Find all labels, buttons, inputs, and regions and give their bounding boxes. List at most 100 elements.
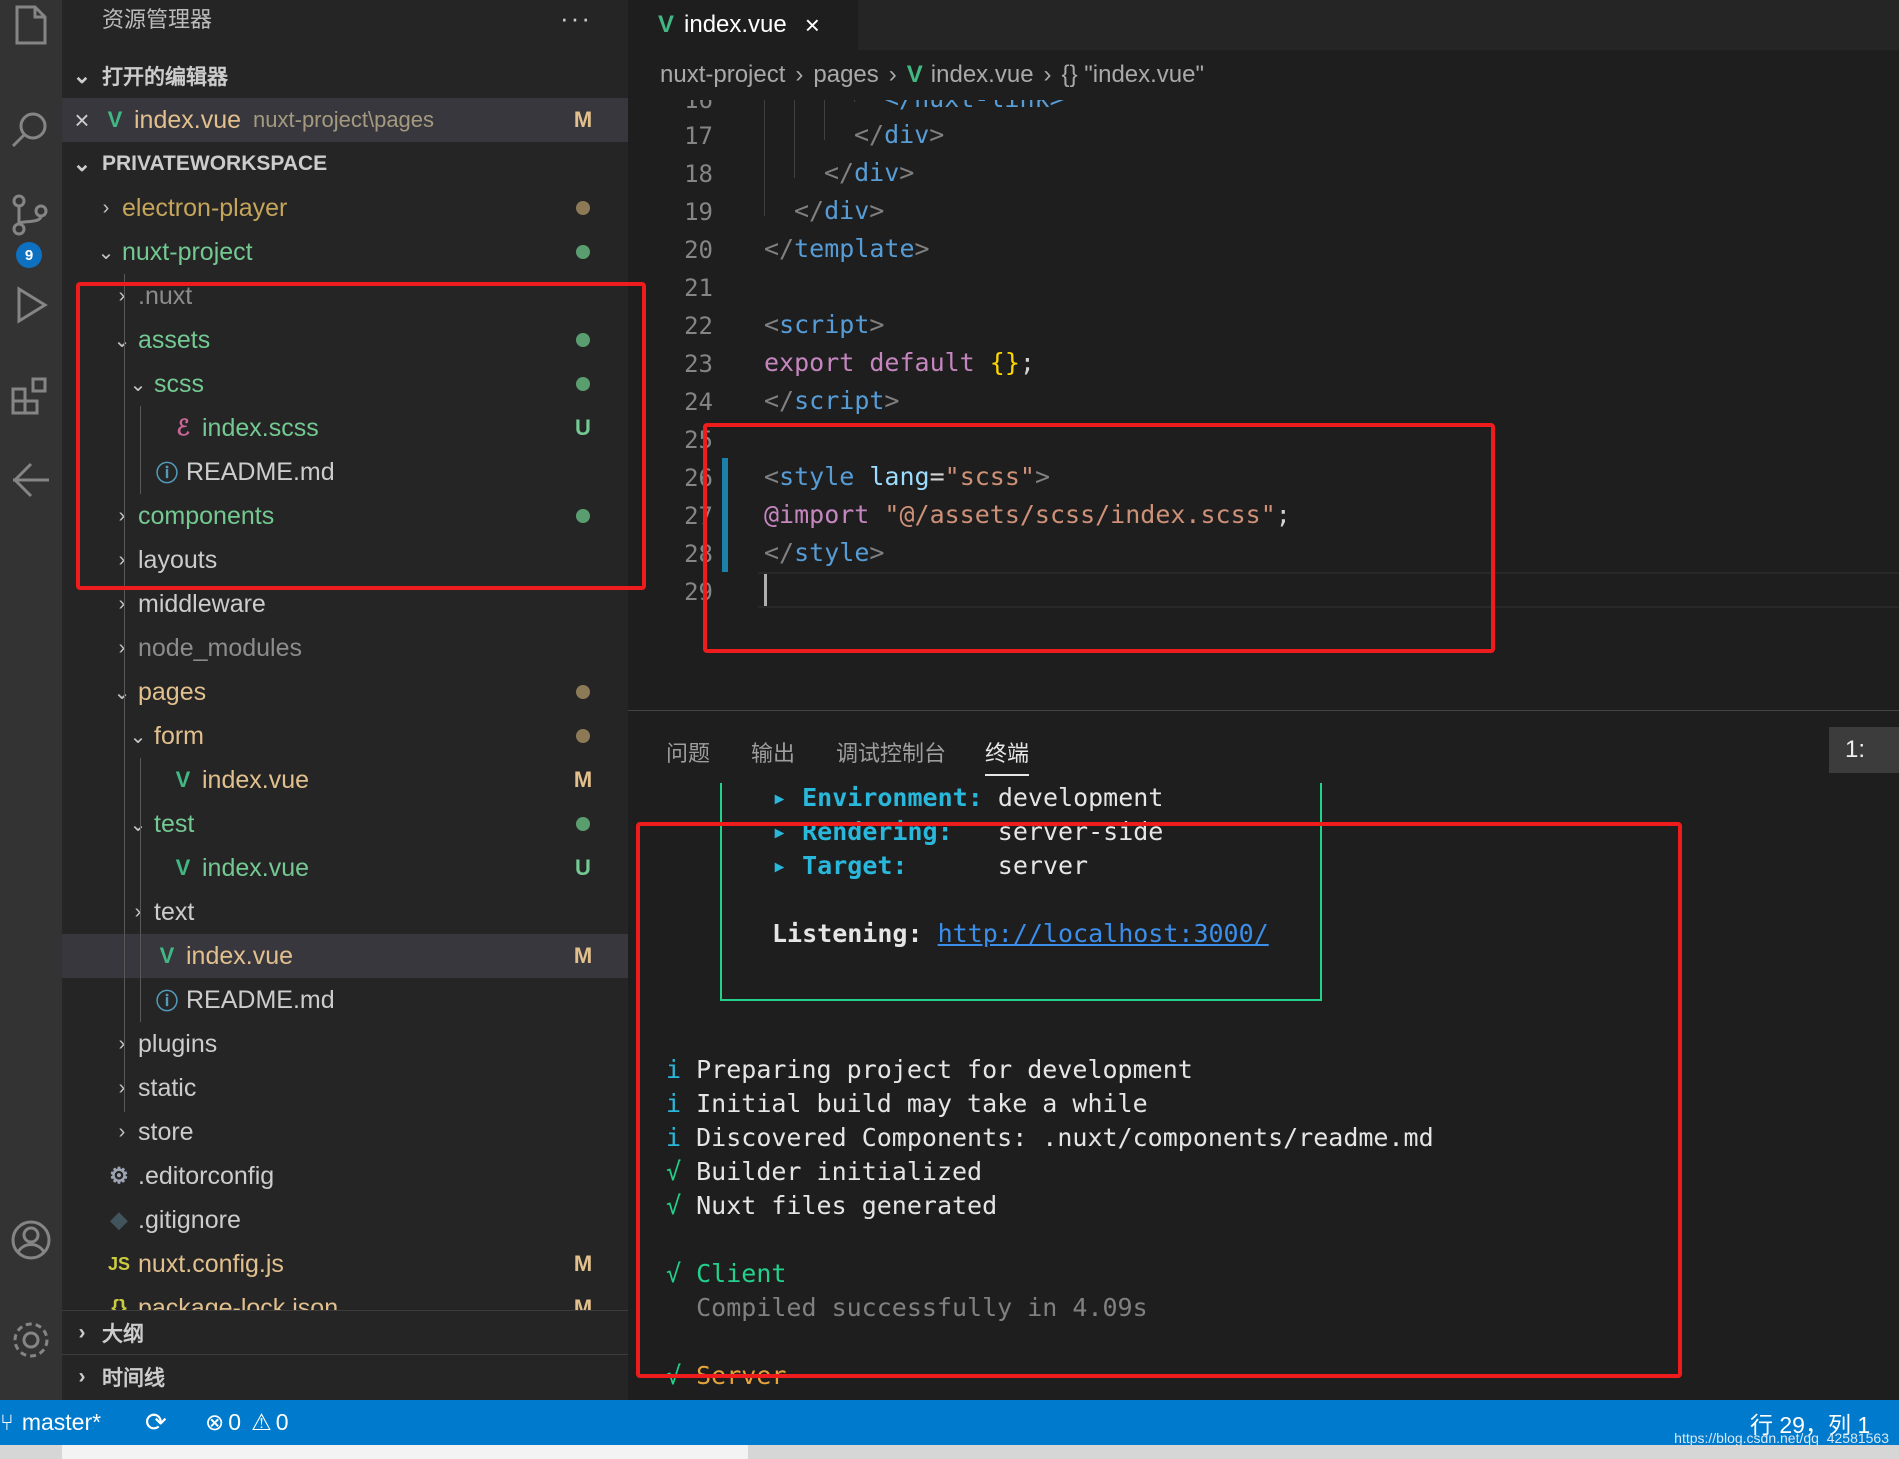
close-icon[interactable]: × bbox=[805, 10, 820, 41]
outline-header[interactable]: › 大纲 bbox=[62, 1310, 628, 1354]
chevron-right-icon: › bbox=[888, 61, 897, 88]
explorer-icon[interactable] bbox=[0, 0, 62, 60]
tree-item-plugins[interactable]: › plugins bbox=[62, 1022, 628, 1066]
line-number: 18 bbox=[684, 160, 713, 188]
tree-item-nuxt-project[interactable]: ⌄ nuxt-project bbox=[62, 230, 628, 274]
run-debug-icon[interactable] bbox=[0, 270, 62, 340]
highlight-box-explorer bbox=[76, 282, 646, 590]
tree-item-nuxt-config[interactable]: JS nuxt.config.js M bbox=[62, 1242, 628, 1286]
source-control-icon[interactable] bbox=[0, 180, 62, 250]
tree-label: index.vue bbox=[202, 853, 310, 882]
terminal-select-dropdown[interactable]: 1: node bbox=[1829, 727, 1899, 773]
tree-item-readme-pages[interactable]: ⓘ README.md bbox=[62, 978, 628, 1022]
code-token: > bbox=[884, 386, 900, 415]
tree-item-editorconfig[interactable]: ⚙ .editorconfig bbox=[62, 1154, 628, 1198]
open-editors-header[interactable]: ⌄ 打开的编辑器 bbox=[62, 56, 628, 96]
extensions-icon[interactable] bbox=[0, 360, 62, 430]
js-file-icon: JS bbox=[107, 1253, 131, 1274]
code-line: </script> bbox=[764, 386, 899, 415]
tab-debug-console[interactable]: 调试控制台 bbox=[836, 736, 946, 768]
tree-label: test bbox=[154, 809, 195, 838]
tree-label: README.md bbox=[186, 985, 335, 1014]
breadcrumb-item[interactable]: nuxt-project bbox=[660, 61, 785, 89]
chevron-right-icon: › bbox=[118, 1120, 126, 1143]
chevron-right-icon: › bbox=[118, 592, 126, 615]
sync-icon[interactable]: ⟳ bbox=[145, 1400, 167, 1445]
tree-item-gitignore[interactable]: ◆ .gitignore bbox=[62, 1198, 628, 1242]
chevron-right-icon: › bbox=[118, 1076, 126, 1099]
timeline-header[interactable]: › 时间线 bbox=[62, 1354, 628, 1398]
tree-item-node-modules[interactable]: › node_modules bbox=[62, 626, 628, 670]
tree-label: index.vue bbox=[202, 765, 310, 794]
code-token: </ bbox=[794, 196, 825, 225]
open-editor-path: nuxt-project\pages bbox=[253, 107, 435, 132]
tree-label: plugins bbox=[138, 1029, 218, 1058]
outline-label: 大纲 bbox=[102, 1322, 144, 1346]
git-branch-icon: ⑂ bbox=[0, 1409, 14, 1435]
chevron-right-icon: › bbox=[78, 1320, 86, 1344]
open-editors-label: 打开的编辑器 bbox=[102, 66, 228, 89]
code-token: > bbox=[869, 196, 885, 225]
tree-item-form[interactable]: ⌄ form bbox=[62, 714, 628, 758]
breadcrumb-item[interactable]: index.vue bbox=[931, 61, 1034, 89]
tab-index-vue[interactable]: V index.vue × bbox=[628, 0, 858, 50]
vue-file-icon: V bbox=[175, 767, 191, 792]
tree-item-pages-index-vue[interactable]: V index.vue M bbox=[62, 934, 628, 978]
tree-item-test-index-vue[interactable]: V index.vue U bbox=[62, 846, 628, 890]
remote-explorer-icon[interactable] bbox=[0, 445, 62, 515]
error-count: 0 bbox=[228, 1409, 242, 1435]
tab-problems[interactable]: 问题 bbox=[666, 736, 710, 768]
vue-file-icon: V bbox=[175, 855, 191, 880]
explorer-title: 资源管理器 bbox=[102, 7, 213, 32]
code-line: </div> bbox=[794, 196, 884, 225]
page-bottom-strip bbox=[0, 1445, 1899, 1459]
tree-item-static[interactable]: › static bbox=[62, 1066, 628, 1110]
line-number: 16 bbox=[684, 100, 713, 114]
account-icon[interactable] bbox=[0, 1205, 62, 1275]
tree-label: index.vue bbox=[186, 941, 294, 970]
vue-file-icon: V bbox=[906, 61, 923, 88]
highlight-box-style bbox=[703, 423, 1495, 653]
code-token: div bbox=[884, 120, 930, 149]
vue-file-icon: V bbox=[107, 107, 123, 132]
tree-item-form-index-vue[interactable]: V index.vue M bbox=[62, 758, 628, 802]
more-actions-icon[interactable]: ··· bbox=[560, 0, 592, 40]
breadcrumb-item[interactable]: {} "index.vue" bbox=[1062, 61, 1204, 89]
tree-item-store[interactable]: › store bbox=[62, 1110, 628, 1154]
breadcrumb-item[interactable]: pages bbox=[813, 61, 878, 89]
chevron-down-icon: ⌄ bbox=[72, 151, 92, 176]
code-token: template bbox=[794, 234, 915, 263]
tab-terminal[interactable]: 终端 bbox=[985, 736, 1030, 776]
explorer-sidebar: 资源管理器 ··· ⌄ 打开的编辑器 × V index.vue nuxt-pr… bbox=[62, 0, 628, 1400]
term-label: Environment: bbox=[802, 783, 983, 812]
editor-tabs: V index.vue × bbox=[628, 0, 1899, 50]
tree-item-electron-player[interactable]: › electron-player bbox=[62, 186, 628, 230]
settings-gear-icon[interactable] bbox=[0, 1305, 62, 1375]
close-icon[interactable]: × bbox=[62, 105, 102, 136]
code-line: </nuxt-link> bbox=[884, 100, 1065, 113]
chevron-down-icon: ⌄ bbox=[113, 681, 131, 704]
branch-status[interactable]: ⑂ master* bbox=[0, 1400, 101, 1445]
vue-file-icon: V bbox=[159, 943, 175, 968]
tree-label: nuxt.config.js bbox=[138, 1249, 284, 1278]
line-number: 19 bbox=[684, 198, 713, 226]
workspace-header[interactable]: ⌄ PRIVATEWORKSPACE bbox=[62, 144, 628, 184]
tree-item-test[interactable]: ⌄ test bbox=[62, 802, 628, 846]
chevron-down-icon: ⌄ bbox=[97, 241, 115, 264]
indent-guide bbox=[764, 100, 765, 216]
git-status-dot bbox=[568, 679, 598, 705]
open-editor-filename: index.vue bbox=[134, 105, 242, 134]
chevron-right-icon: › bbox=[118, 636, 126, 659]
code-token: > bbox=[914, 234, 930, 263]
tab-output[interactable]: 输出 bbox=[751, 736, 795, 768]
tree-item-pages[interactable]: ⌄ pages bbox=[62, 670, 628, 714]
problems-status[interactable]: ⊗ 0 ⚠ 0 bbox=[205, 1400, 289, 1445]
code-line: </div> bbox=[824, 158, 914, 187]
vue-file-icon: V bbox=[658, 11, 675, 38]
tree-label: pages bbox=[138, 677, 207, 706]
search-icon[interactable] bbox=[0, 95, 62, 165]
tree-item-text[interactable]: › text bbox=[62, 890, 628, 934]
open-editor-item[interactable]: × V index.vue nuxt-project\pages M bbox=[62, 98, 628, 142]
git-status-dot bbox=[568, 195, 598, 221]
warning-count: 0 bbox=[275, 1409, 289, 1435]
